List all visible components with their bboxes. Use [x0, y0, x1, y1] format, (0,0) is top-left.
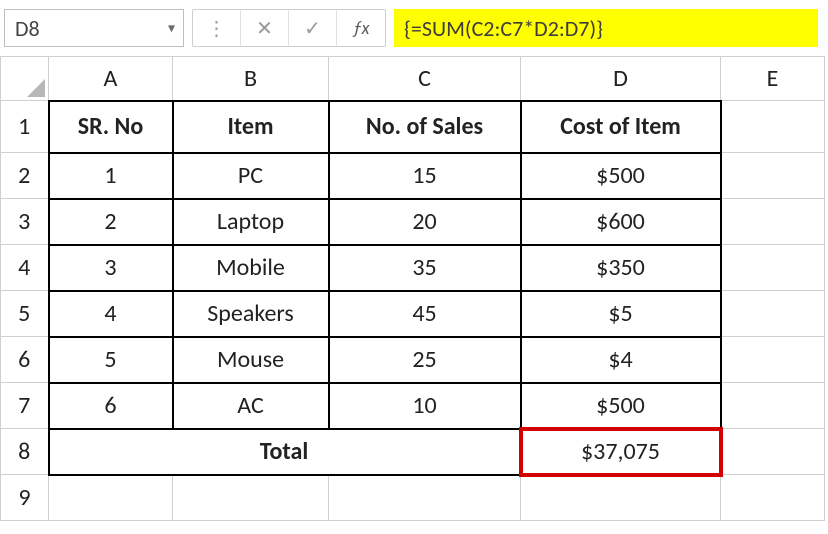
cell-cost[interactable]: $4: [521, 337, 721, 383]
col-head-c[interactable]: C: [329, 57, 521, 101]
total-label[interactable]: Total: [49, 429, 521, 475]
col-head-e[interactable]: E: [721, 57, 825, 101]
formula-button-group: ⋮ ✕ ✓ ƒx: [192, 9, 386, 47]
cancel-icon[interactable]: ✕: [241, 10, 289, 46]
row-head[interactable]: 3: [1, 199, 49, 245]
cell-cost[interactable]: $350: [521, 245, 721, 291]
table-row: 5 4 Speakers 45 $5: [1, 291, 825, 337]
cell-sales[interactable]: 10: [329, 383, 521, 429]
col-head-b[interactable]: B: [173, 57, 329, 101]
formula-bar[interactable]: {=SUM(C2:C7*D2:D7)}: [394, 9, 818, 47]
cell-sales[interactable]: 20: [329, 199, 521, 245]
fx-icon[interactable]: ƒx: [337, 10, 385, 46]
cell-cost[interactable]: $500: [521, 153, 721, 199]
empty-cell[interactable]: [173, 475, 329, 521]
empty-cell[interactable]: [721, 245, 825, 291]
cell-sales[interactable]: 15: [329, 153, 521, 199]
enter-icon[interactable]: ✓: [289, 10, 337, 46]
row-head[interactable]: 9: [1, 475, 49, 521]
table-row: 6 5 Mouse 25 $4: [1, 337, 825, 383]
empty-cell[interactable]: [721, 199, 825, 245]
header-cost[interactable]: Cost of Item: [521, 101, 721, 153]
row-head[interactable]: 6: [1, 337, 49, 383]
header-sr-no[interactable]: SR. No: [49, 101, 173, 153]
total-row: 8 Total $37,075: [1, 429, 825, 475]
col-head-a[interactable]: A: [49, 57, 173, 101]
cell-sales[interactable]: 25: [329, 337, 521, 383]
row-head[interactable]: 7: [1, 383, 49, 429]
cell-item[interactable]: Mouse: [173, 337, 329, 383]
cell-sales[interactable]: 45: [329, 291, 521, 337]
empty-cell[interactable]: [721, 291, 825, 337]
header-item[interactable]: Item: [173, 101, 329, 153]
row-head[interactable]: 5: [1, 291, 49, 337]
empty-cell[interactable]: [49, 475, 173, 521]
formula-text: {=SUM(C2:C7*D2:D7)}: [404, 15, 603, 42]
col-head-d[interactable]: D: [521, 57, 721, 101]
chevron-down-icon[interactable]: ▾: [168, 20, 175, 37]
table-row: 3 2 Laptop 20 $600: [1, 199, 825, 245]
cell-item[interactable]: PC: [173, 153, 329, 199]
row-head[interactable]: 8: [1, 429, 49, 475]
cell-cost[interactable]: $600: [521, 199, 721, 245]
table-row: 2 1 PC 15 $500: [1, 153, 825, 199]
empty-cell[interactable]: [721, 337, 825, 383]
cell-sr[interactable]: 2: [49, 199, 173, 245]
column-header-row: A B C D E: [1, 57, 825, 101]
cell-sales[interactable]: 35: [329, 245, 521, 291]
table-row: 4 3 Mobile 35 $350: [1, 245, 825, 291]
cell-cost[interactable]: $500: [521, 383, 721, 429]
name-box-value: D8: [15, 15, 40, 42]
cell-sr[interactable]: 4: [49, 291, 173, 337]
empty-cell[interactable]: [521, 475, 721, 521]
total-value[interactable]: $37,075: [521, 429, 721, 475]
empty-cell[interactable]: [329, 475, 521, 521]
cell-cost[interactable]: $5: [521, 291, 721, 337]
cell-sr[interactable]: 5: [49, 337, 173, 383]
empty-cell[interactable]: [721, 475, 825, 521]
spreadsheet-grid[interactable]: A B C D E 1 SR. No Item No. of Sales Cos…: [0, 56, 825, 521]
table-row: 1 SR. No Item No. of Sales Cost of Item: [1, 101, 825, 153]
table-row: 9: [1, 475, 825, 521]
select-all-corner[interactable]: [1, 57, 49, 101]
empty-cell[interactable]: [721, 101, 825, 153]
cell-item[interactable]: Speakers: [173, 291, 329, 337]
formula-toolbar: D8 ▾ ⋮ ✕ ✓ ƒx {=SUM(C2:C7*D2:D7)}: [0, 0, 828, 56]
header-sales[interactable]: No. of Sales: [329, 101, 521, 153]
table-row: 7 6 AC 10 $500: [1, 383, 825, 429]
cell-sr[interactable]: 6: [49, 383, 173, 429]
cell-sr[interactable]: 1: [49, 153, 173, 199]
cell-item[interactable]: Laptop: [173, 199, 329, 245]
more-icon[interactable]: ⋮: [193, 10, 241, 46]
row-head[interactable]: 2: [1, 153, 49, 199]
row-head[interactable]: 4: [1, 245, 49, 291]
row-head[interactable]: 1: [1, 101, 49, 153]
cell-item[interactable]: Mobile: [173, 245, 329, 291]
empty-cell[interactable]: [721, 429, 825, 475]
cell-sr[interactable]: 3: [49, 245, 173, 291]
empty-cell[interactable]: [721, 153, 825, 199]
empty-cell[interactable]: [721, 383, 825, 429]
name-box[interactable]: D8 ▾: [4, 9, 184, 47]
cell-item[interactable]: AC: [173, 383, 329, 429]
